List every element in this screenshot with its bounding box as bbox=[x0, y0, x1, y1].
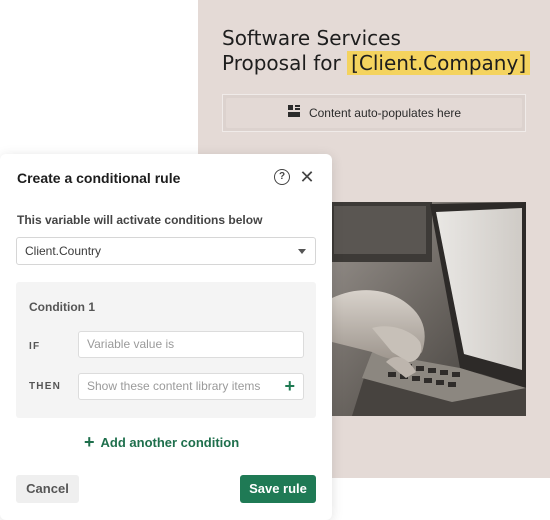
autopopulate-label: Content auto-populates here bbox=[308, 106, 462, 120]
variable-prompt: This variable will activate conditions b… bbox=[17, 213, 263, 227]
then-content-input[interactable]: Show these content library items + bbox=[78, 373, 304, 400]
document-title-prefix: Proposal for bbox=[222, 51, 348, 75]
close-icon[interactable]: ✕ bbox=[296, 166, 318, 188]
then-label: THEN bbox=[29, 381, 62, 392]
conditional-rule-dialog: Create a conditional rule ? ✕ This varia… bbox=[0, 154, 332, 520]
if-label: IF bbox=[29, 341, 41, 352]
laptop-photo bbox=[332, 202, 526, 416]
save-rule-button[interactable]: Save rule bbox=[240, 475, 316, 503]
chevron-down-icon bbox=[298, 249, 306, 254]
dialog-title: Create a conditional rule bbox=[17, 170, 181, 186]
condition-title: Condition 1 bbox=[29, 300, 95, 314]
document-title-line2: Proposal for [Client.Company] bbox=[222, 51, 531, 76]
add-condition-label: Add another condition bbox=[100, 434, 240, 450]
document-title: Software Services Proposal for [Client.C… bbox=[222, 26, 531, 76]
add-condition-button[interactable]: + Add another condition bbox=[84, 432, 240, 452]
plus-icon: + bbox=[84, 432, 95, 452]
variable-select-value: Client.Country bbox=[25, 244, 102, 258]
document-title-line1: Software Services bbox=[222, 26, 401, 50]
autopopulate-block[interactable]: Content auto-populates here bbox=[222, 94, 526, 132]
layout-blocks-icon bbox=[287, 104, 301, 123]
variable-select[interactable]: Client.Country bbox=[16, 237, 316, 265]
plus-icon[interactable]: + bbox=[284, 376, 295, 396]
condition-card: Condition 1 IF Variable value is THEN Sh… bbox=[16, 282, 316, 418]
if-value-input[interactable]: Variable value is bbox=[78, 331, 304, 358]
client-company-token: [Client.Company] bbox=[347, 51, 531, 75]
then-content-placeholder: Show these content library items bbox=[87, 379, 261, 393]
cancel-button[interactable]: Cancel bbox=[16, 475, 79, 503]
help-circle-icon[interactable]: ? bbox=[274, 169, 290, 185]
